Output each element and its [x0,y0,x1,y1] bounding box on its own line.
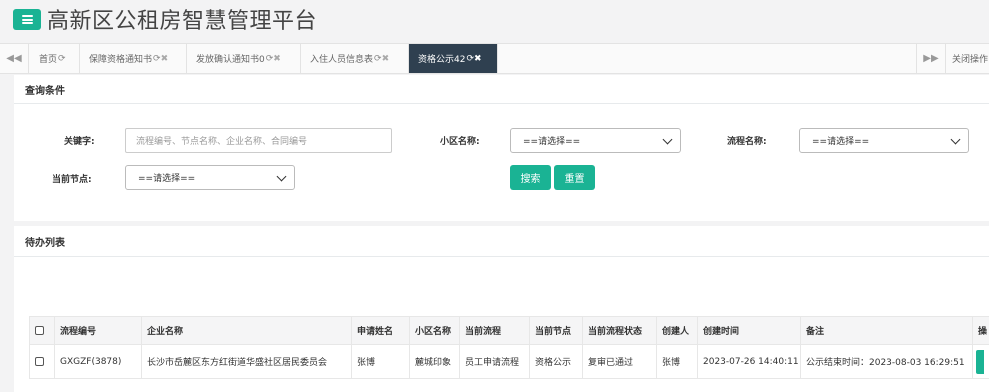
column-header[interactable]: 当前流程 [459,316,530,345]
select-all-cell [29,316,55,345]
tab-label: 保障资格通知书 [89,55,153,65]
column-header[interactable]: 创建时间 [697,316,801,345]
column-header: 操 [972,316,989,345]
community-cell: 麓城印象 [409,344,460,379]
refresh-icon[interactable]: ⟳ [466,54,474,64]
close-icon[interactable]: ✖ [382,54,390,64]
keyword-input[interactable]: 流程编号、节点名称、企业名称、合同编号 [125,128,392,153]
todo-list-panel: 待办列表 流程编号 企业名称 申请姓名 小区名称 当前流程 当前节点 当前流程状… [14,226,989,392]
community-label: 小区名称: [440,137,480,147]
process-select-value: ==请选择== [812,137,870,147]
flow-no-cell: GXGZF(3878) [54,344,142,379]
column-header[interactable]: 当前节点 [529,316,583,345]
operation-button[interactable] [976,349,984,374]
column-header[interactable]: 企业名称 [141,316,352,345]
refresh-icon[interactable]: ⟳ [266,54,274,64]
keyword-label: 关键字: [64,137,95,147]
app-header: 高新区公租房智慧管理平台 [0,0,989,42]
tab-qualification-notice[interactable]: 保障资格通知书 ⟳ ✖ [80,44,187,73]
tab-issue-confirm-notice[interactable]: 发放确认通知书0 ⟳ ✖ [187,44,301,73]
process-select[interactable]: ==请选择== [799,128,969,153]
created-at-cell: 2023-07-26 14:40:11 [697,344,801,379]
close-icon[interactable]: ✖ [273,54,281,64]
remark-cell: 公示结束时间：2023-08-03 16:29:51 [800,344,973,379]
search-button[interactable]: 搜索 [510,165,551,190]
query-panel: 查询条件 关键字: 流程编号、节点名称、企业名称、合同编号 小区名称: ==请选… [14,75,989,221]
hamburger-icon [21,15,33,24]
chevron-down-icon [662,134,673,145]
select-all-checkbox[interactable] [35,325,44,335]
applicant-cell: 张博 [351,344,410,379]
tab-scroll-left-button[interactable]: ◀◀ [0,44,29,73]
close-icon[interactable]: ✖ [161,54,169,64]
menu-toggle-button[interactable] [13,9,41,30]
row-select-cell [29,344,55,379]
refresh-icon[interactable]: ⟳ [58,54,66,64]
tab-label: 发放确认通知书0 [196,55,265,65]
status-cell: 复审已通过 [582,344,657,379]
column-header[interactable]: 流程编号 [54,316,142,345]
divider [14,103,989,104]
current-node-cell: 资格公示 [529,344,583,379]
divider [14,256,989,257]
close-operations-button[interactable]: 关闭操作 [947,44,988,73]
app-title: 高新区公租房智慧管理平台 [47,9,318,34]
column-header[interactable]: 备注 [800,316,973,345]
tab-label: 资格公示42 [418,55,466,65]
table-row[interactable]: GXGZF(3878) 长沙市岳麓区东方红街道华盛社区居民委员会 张博 麓城印象… [29,344,989,379]
todo-table: 流程编号 企业名称 申请姓名 小区名称 当前流程 当前节点 当前流程状态 创建人… [29,316,989,379]
chevron-down-icon [276,171,287,182]
process-label: 流程名称: [727,137,767,147]
operation-cell [972,344,989,379]
refresh-icon[interactable]: ⟳ [374,54,382,64]
column-header[interactable]: 小区名称 [409,316,460,345]
tab-label: 首页 [39,55,58,65]
creator-cell: 张博 [656,344,698,379]
node-select-value: ==请选择== [138,174,196,184]
company-cell: 长沙市岳麓区东方红街道华盛社区居民委员会 [141,344,352,379]
tab-resident-info[interactable]: 入住人员信息表 ⟳ ✖ [301,44,409,73]
tab-scroll-right-button[interactable]: ▶▶ [916,44,946,73]
current-flow-cell: 员工申请流程 [459,344,530,379]
tab-label: 入住人员信息表 [310,55,374,65]
community-select[interactable]: ==请选择== [510,128,681,153]
refresh-icon[interactable]: ⟳ [153,54,161,64]
tab-home[interactable]: 首页 ⟳ [30,44,80,73]
double-chevron-left-icon: ◀◀ [6,53,22,64]
column-header[interactable]: 当前流程状态 [582,316,657,345]
column-header[interactable]: 创建人 [656,316,698,345]
table-header-row: 流程编号 企业名称 申请姓名 小区名称 当前流程 当前节点 当前流程状态 创建人… [29,316,989,345]
community-select-value: ==请选择== [523,137,581,147]
double-chevron-right-icon: ▶▶ [923,53,939,64]
node-label: 当前节点: [52,175,92,185]
todo-list-title: 待办列表 [25,238,65,249]
close-icon[interactable]: ✖ [474,54,482,64]
tabs-bar: ◀◀ 首页 ⟳ 保障资格通知书 ⟳ ✖ 发放确认通知书0 ⟳ ✖ 入住人员信息表… [0,43,989,74]
row-checkbox[interactable] [35,356,44,366]
chevron-down-icon [950,134,961,145]
column-header[interactable]: 申请姓名 [351,316,410,345]
query-panel-title: 查询条件 [25,86,65,97]
tab-qualification-publicity[interactable]: 资格公示42 ⟳ ✖ [409,44,498,73]
reset-button[interactable]: 重置 [554,165,595,190]
node-select[interactable]: ==请选择== [125,165,295,190]
